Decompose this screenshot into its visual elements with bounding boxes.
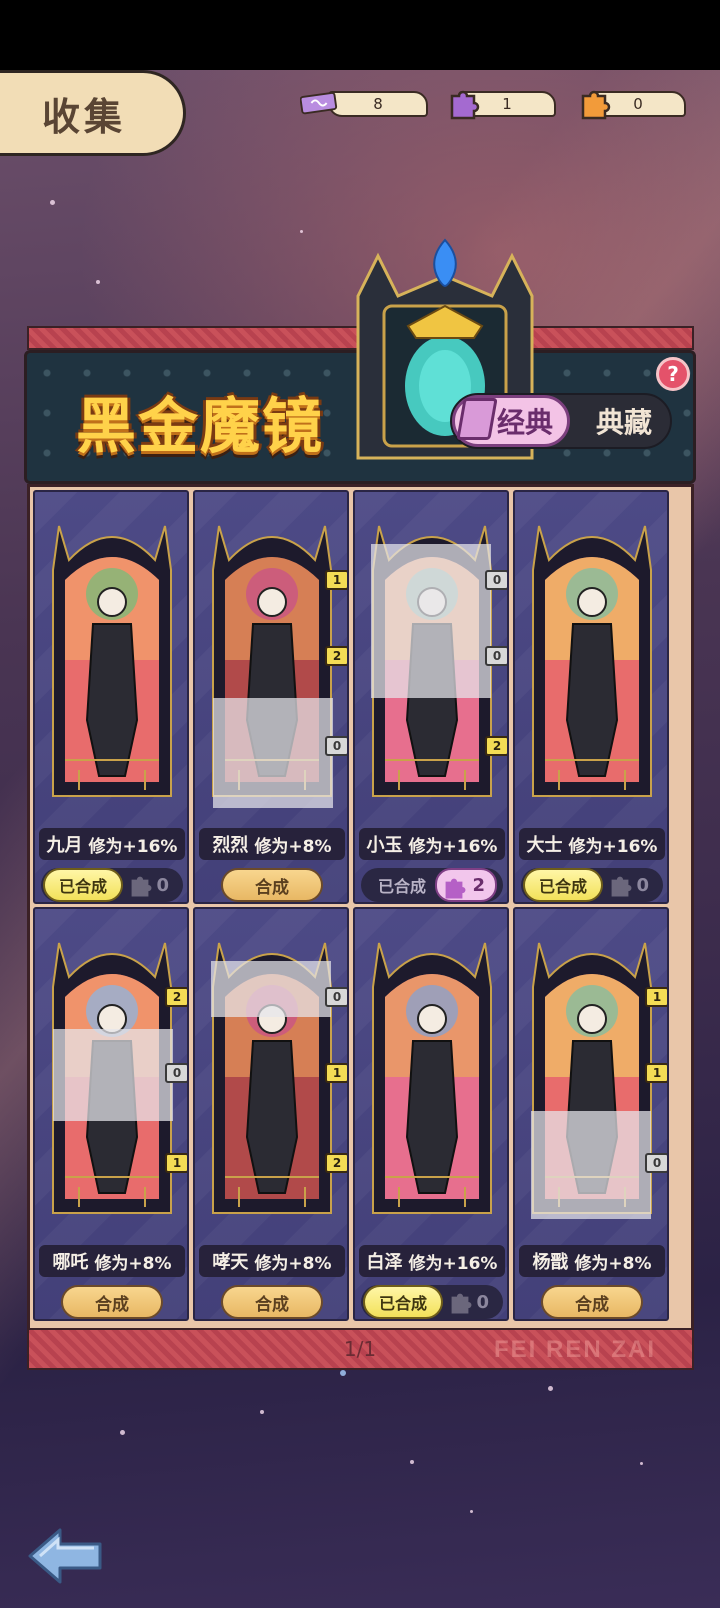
purple-puzzle-icon [444,84,482,122]
piece-count-badge: 1 [325,570,347,590]
character-card[interactable]: 0 0 2 小玉 修为+16% 已合成 2 [353,490,509,904]
character-name-bar: 大士 修为+16% [519,828,665,860]
character-name-bar: 小玉 修为+16% [359,828,505,860]
piece-count-badge: 2 [325,1153,347,1173]
help-button[interactable]: ? [656,357,690,391]
character-card[interactable]: 大士 修为+16% 已合成 0 [513,490,669,904]
extra-pieces-counter: 0 [123,868,179,902]
character-name: 白泽 [366,1252,403,1273]
character-card[interactable]: 九月 修为+16% 已合成 0 [33,490,189,904]
character-bonus: 修为+16% [88,836,178,857]
piece-count-badge: 0 [325,736,347,756]
help-icon: ? [667,362,679,386]
locked-piece-overlay [211,961,331,1017]
crafted-label: 已合成 [363,1285,443,1319]
character-name: 哪吒 [52,1252,89,1273]
character-name-bar: 烈烈 修为+8% [199,828,345,860]
character-name-bar: 杨戬 修为+8% [519,1245,665,1277]
piece-count-badge: 0 [645,1153,667,1173]
orange-puzzle-icon [575,84,613,122]
piece-count-badge: 0 [165,1063,187,1083]
character-bonus: 修为+8% [254,836,332,857]
locked-piece-overlay [531,1111,651,1219]
craft-button[interactable]: 合成 [221,868,323,902]
collection-title: 黑金魔镜 [76,392,324,462]
character-name-bar: 白泽 修为+16% [359,1245,505,1277]
character-bonus: 修为+8% [94,1253,172,1274]
craft-button[interactable]: 合成 [221,1285,323,1319]
character-bonus: 修为+16% [408,1253,498,1274]
character-name: 杨戬 [532,1252,569,1273]
locked-piece-overlay [371,544,491,698]
locked-piece-overlay [53,1029,173,1121]
ticket-icon [300,84,338,122]
stained-glass-portrait [372,942,492,1214]
extra-pieces-counter: 0 [443,1285,499,1319]
extra-pieces-value: 0 [476,1291,489,1313]
character-card[interactable]: 0 1 2 哮天 修为+8% 合成 [193,907,349,1321]
back-arrow-icon[interactable] [26,1526,106,1586]
extra-pieces-value: 0 [156,874,169,896]
crafted-label: 已合成 [43,868,123,902]
character-card[interactable]: 2 0 1 哪吒 修为+8% 合成 [33,907,189,1321]
character-name: 哮天 [212,1252,249,1273]
extra-pieces-value: 2 [472,874,485,896]
character-bonus: 修为+8% [254,1253,332,1274]
piece-count-badge: 1 [645,1063,667,1083]
crafted-label: 已合成 [377,877,426,896]
page-title: 收集 [42,94,127,139]
craft-button[interactable]: 合成 [61,1285,163,1319]
resource-orange-value: 0 [633,95,643,113]
piece-count-badge: 0 [485,570,507,590]
locked-piece-overlay [213,698,333,808]
character-name: 烈烈 [212,835,249,856]
crafted-label: 已合成 [523,868,603,902]
puzzle-piece-icon [445,878,466,899]
character-name: 九月 [46,835,83,856]
piece-count-badge: 0 [485,646,507,666]
character-bonus: 修为+8% [574,1253,652,1274]
extra-pieces-counter[interactable]: 2 [435,868,497,902]
resource-ticket-value: 8 [373,95,383,113]
character-name-bar: 哮天 修为+8% [199,1245,345,1277]
resource-purple-value: 1 [502,95,512,113]
piece-count-badge: 1 [325,1063,347,1083]
watermark-text: FEI REN ZAI [494,1336,657,1363]
character-name: 大士 [526,835,563,856]
extra-pieces-counter: 0 [603,868,659,902]
character-card[interactable]: 1 2 0 烈烈 修为+8% 合成 [193,490,349,904]
puzzle-piece-icon [131,876,152,897]
resource-ticket-counter: 8 [328,91,428,117]
character-card[interactable]: 白泽 修为+16% 已合成 0 [353,907,509,1321]
piece-count-badge: 0 [325,987,347,1007]
piece-count-badge: 1 [165,1153,187,1173]
stained-glass-portrait [532,525,652,797]
character-card[interactable]: 1 1 0 杨戬 修为+8% 合成 [513,907,669,1321]
page-title-tab: 收集 [0,70,186,156]
tab-classic-label: 经典 [496,406,553,439]
piece-count-badge: 1 [645,987,667,1007]
page-indicator: 1/1 [343,1337,377,1361]
character-name-bar: 九月 修为+16% [39,828,185,860]
character-name-bar: 哪吒 修为+8% [39,1245,185,1277]
character-bonus: 修为+16% [408,836,498,857]
craft-button[interactable]: 合成 [541,1285,643,1319]
puzzle-piece-icon [611,876,632,897]
puzzle-piece-icon [451,1293,472,1314]
tab-collection[interactable]: 典藏 [584,395,664,447]
tab-collection-label: 典藏 [595,406,652,439]
character-name: 小玉 [366,835,403,856]
character-bonus: 修为+16% [568,836,658,857]
stained-glass-portrait [52,525,172,797]
extra-pieces-value: 0 [636,874,649,896]
piece-count-badge: 2 [325,646,347,666]
piece-count-badge: 2 [165,987,187,1007]
piece-count-badge: 2 [485,736,507,756]
